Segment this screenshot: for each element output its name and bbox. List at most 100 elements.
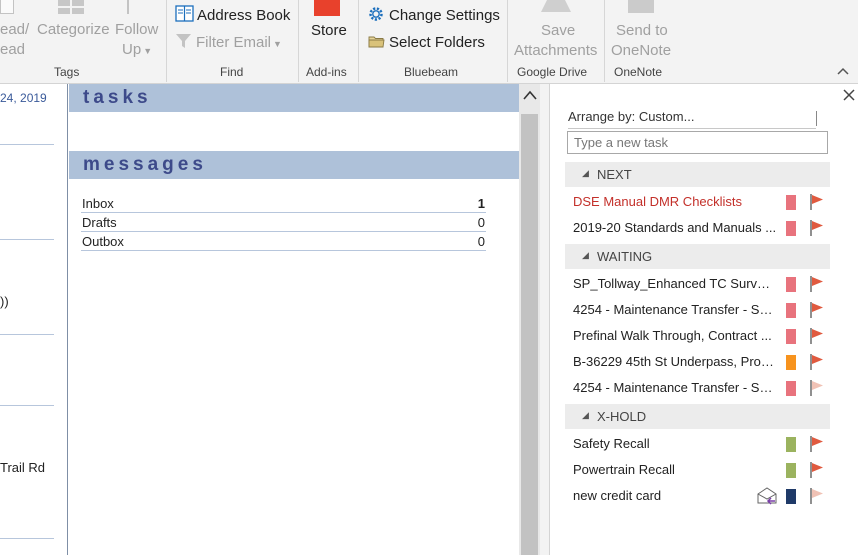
task-group-next[interactable]: ◢ NEXT: [565, 162, 830, 187]
collapse-triangle-icon[interactable]: ◢: [582, 410, 589, 421]
send-to-onenote-label-2: OneNote: [611, 42, 672, 59]
new-task-input[interactable]: [567, 131, 828, 154]
folder-row-outbox[interactable]: Outbox 0: [81, 232, 486, 251]
tasks-section-header: tasks: [69, 84, 519, 112]
ribbon-separator: [604, 0, 605, 82]
collapse-ribbon-button[interactable]: [836, 65, 852, 79]
divider: [816, 111, 817, 126]
divider: [0, 334, 54, 335]
task-item[interactable]: B-36229 45th St Underpass, Prog...: [565, 348, 830, 374]
filter-email-button[interactable]: Filter Email ▼: [175, 32, 282, 54]
folder-name: Inbox: [82, 196, 114, 211]
category-color-box[interactable]: [786, 355, 796, 370]
arrange-by-menu[interactable]: Arrange by: Custom...: [568, 109, 817, 129]
task-item[interactable]: Prefinal Walk Through, Contract ...: [565, 322, 830, 348]
change-settings-button[interactable]: Change Settings: [368, 6, 500, 26]
task-title: new credit card: [573, 488, 662, 503]
task-title: DSE Manual DMR Checklists: [573, 194, 743, 209]
task-item[interactable]: Safety Recall: [565, 430, 830, 456]
task-title: SP_Tollway_Enhanced TC Surveilla...: [573, 276, 777, 291]
task-title: 4254 - Maintenance Transfer - So...: [573, 302, 777, 317]
task-title: B-36229 45th St Underpass, Prog...: [573, 354, 777, 369]
todo-bar-tasks: Arrange by: Custom... ◢ NEXT DSE Manual …: [551, 84, 858, 555]
ribbon-separator: [166, 0, 167, 82]
category-color-box[interactable]: [786, 463, 796, 478]
flag-icon[interactable]: [809, 219, 825, 237]
close-button[interactable]: [840, 86, 858, 106]
task-title: Powertrain Recall: [573, 462, 675, 477]
flag-icon[interactable]: [809, 275, 825, 293]
category-color-box[interactable]: [786, 381, 796, 396]
address-book-button[interactable]: Address Book: [175, 5, 290, 26]
google-drive-icon: [541, 0, 571, 12]
task-group-waiting[interactable]: ◢ WAITING: [565, 244, 830, 269]
vertical-scrollbar[interactable]: [519, 84, 540, 555]
change-settings-label: Change Settings: [389, 7, 500, 24]
appointment-text[interactable]: )): [0, 294, 9, 309]
divider: [0, 405, 54, 406]
folder-row-drafts[interactable]: Drafts 0: [81, 213, 486, 232]
flag-icon[interactable]: [809, 353, 825, 371]
group-name: X-HOLD: [597, 409, 647, 424]
calendar-date: 24, 2019: [0, 91, 47, 105]
scroll-up-button[interactable]: [519, 88, 540, 108]
task-item[interactable]: new credit card: [565, 482, 830, 508]
category-color-box[interactable]: [786, 303, 796, 318]
pane-splitter[interactable]: [540, 84, 550, 555]
task-item[interactable]: 4254 - Maintenance Transfer - So...: [565, 296, 830, 322]
collapse-triangle-icon[interactable]: ◢: [582, 250, 589, 261]
messages-heading: messages: [83, 154, 207, 175]
bluebeam-group-label: Bluebeam: [404, 65, 459, 79]
find-group-label: Find: [220, 65, 244, 79]
store-label: Store: [311, 22, 347, 39]
tags-group-label: Tags: [54, 65, 80, 79]
follow-up-label-2-wrap: Up ▼: [122, 40, 152, 61]
flag-icon: [127, 0, 129, 14]
ribbon-separator: [507, 0, 508, 82]
flag-icon[interactable]: [809, 461, 825, 479]
category-color-box[interactable]: [786, 329, 796, 344]
categorize-label: Categorize: [37, 21, 110, 38]
scrollbar-thumb[interactable]: [521, 114, 538, 555]
task-title: 2019-20 Standards and Manuals ...: [573, 220, 777, 235]
collapse-triangle-icon[interactable]: ◢: [582, 168, 589, 179]
category-color-box[interactable]: [786, 221, 796, 236]
folder-row-inbox[interactable]: Inbox 1: [81, 194, 486, 213]
category-color-box[interactable]: [786, 277, 796, 292]
folder-name: Outbox: [82, 234, 124, 249]
select-folders-button[interactable]: Select Folders: [368, 33, 485, 53]
divider: [0, 144, 54, 145]
categorize-icon: [58, 0, 86, 14]
task-item[interactable]: 2019-20 Standards and Manuals ...: [565, 214, 830, 240]
onenote-group-label: OneNote: [614, 65, 663, 79]
chevron-down-icon: ▼: [273, 39, 282, 49]
flag-icon[interactable]: [809, 193, 825, 211]
task-group-x-hold[interactable]: ◢ X-HOLD: [565, 404, 830, 429]
category-color-box[interactable]: [786, 195, 796, 210]
tasks-heading: tasks: [83, 87, 152, 108]
addins-group-label: Add-ins: [306, 65, 347, 79]
flag-icon[interactable]: [809, 379, 825, 397]
follow-up-label-1: Follow: [115, 21, 159, 38]
funnel-icon: [176, 34, 191, 48]
task-title: Safety Recall: [573, 436, 650, 451]
ribbon-separator: [298, 0, 299, 82]
chevron-up-icon: [522, 90, 537, 100]
chevron-down-icon: ▼: [143, 46, 153, 56]
appointment-text[interactable]: Trail Rd: [0, 460, 45, 475]
task-item[interactable]: DSE Manual DMR Checklists: [565, 188, 830, 214]
task-item[interactable]: 4254 - Maintenance Transfer - So...: [565, 374, 830, 400]
flag-icon[interactable]: [809, 487, 825, 505]
task-item[interactable]: SP_Tollway_Enhanced TC Surveilla...: [565, 270, 830, 296]
group-name: NEXT: [597, 167, 632, 182]
flag-icon[interactable]: [809, 301, 825, 319]
flag-icon[interactable]: [809, 435, 825, 453]
folder-icon: [368, 36, 385, 48]
close-icon: [843, 89, 855, 101]
task-item[interactable]: Powertrain Recall: [565, 456, 830, 482]
send-to-onenote-label-1: Send to: [616, 22, 668, 39]
flag-icon[interactable]: [809, 327, 825, 345]
arrange-by-label: Arrange by: Custom...: [568, 109, 695, 124]
category-color-box[interactable]: [786, 489, 796, 504]
category-color-box[interactable]: [786, 437, 796, 452]
